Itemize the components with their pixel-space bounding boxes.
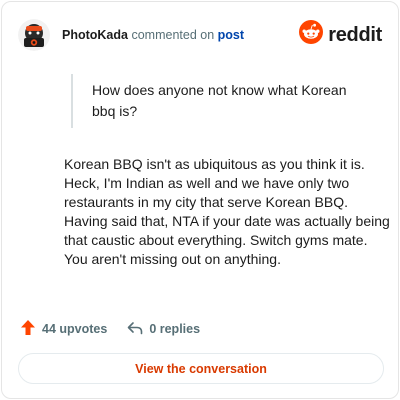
reply-count: 0 replies	[149, 322, 201, 336]
reply-arrow-icon	[127, 321, 143, 338]
reddit-snoo-icon	[299, 20, 324, 49]
upvote-count: 44 upvotes	[42, 322, 108, 336]
upvote-arrow-icon	[20, 319, 36, 339]
reddit-wordmark: reddit	[328, 23, 382, 46]
comment-attribution: PhotoKada commented on post	[62, 27, 244, 43]
comment-body: Korean BBQ isn't as ubiquitous as you th…	[64, 156, 390, 267]
comment-actions: 44 upvotes 0 replies	[20, 319, 200, 339]
quoted-parent-comment: How does anyone not know what Korean bbq…	[71, 74, 361, 128]
reply-action[interactable]: 0 replies	[127, 321, 200, 338]
comment-embed-card: PhotoKada commented on post reddit How d…	[1, 1, 399, 399]
photographer-avatar-icon[interactable]	[18, 19, 50, 51]
action-text: commented on	[131, 28, 215, 42]
upvote-action[interactable]: 44 upvotes	[20, 319, 107, 339]
view-conversation-button[interactable]: View the conversation	[18, 353, 384, 384]
reddit-brand[interactable]: reddit	[299, 20, 382, 49]
username[interactable]: PhotoKada	[62, 28, 128, 42]
comment-header: PhotoKada commented on post reddit	[18, 16, 382, 54]
post-link[interactable]: post	[218, 28, 244, 42]
